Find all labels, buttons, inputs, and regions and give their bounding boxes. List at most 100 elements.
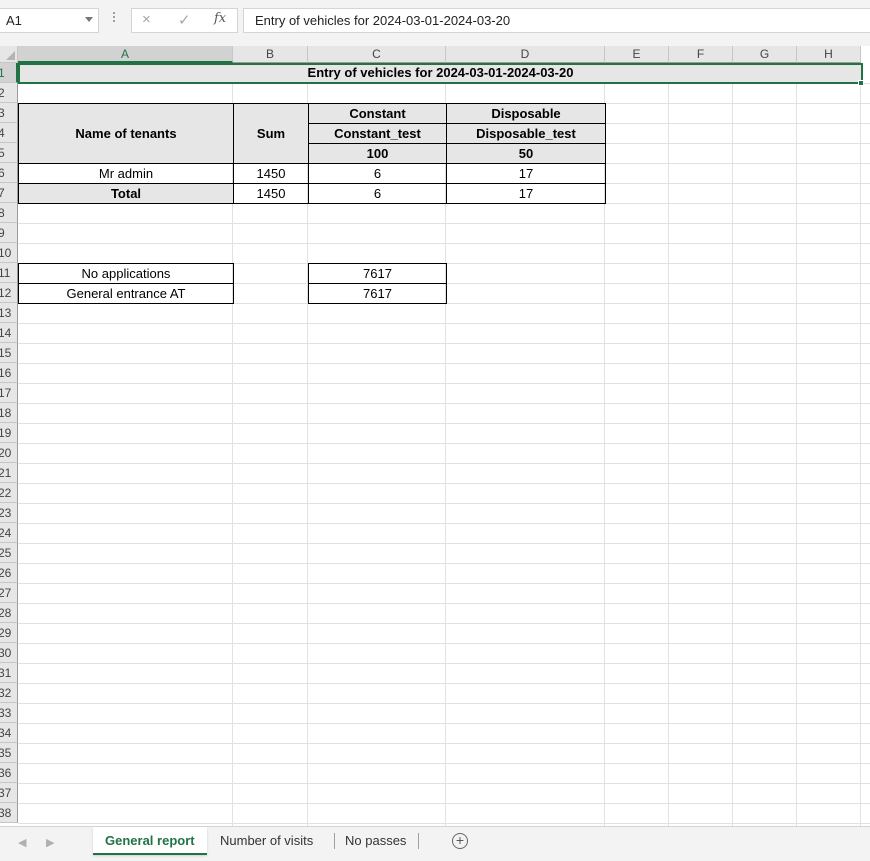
row-header-21[interactable]: 21 <box>0 463 18 483</box>
row-header-13[interactable]: 13 <box>0 303 18 323</box>
scroll-tabs-left-icon[interactable]: ◀ <box>18 836 26 849</box>
row-header-11[interactable]: 11 <box>0 263 18 283</box>
more-options-icon[interactable] <box>113 12 116 26</box>
column-header-c[interactable]: C <box>308 46 446 63</box>
row-header-27[interactable]: 27 <box>0 583 18 603</box>
selected-cell-outline <box>18 63 863 84</box>
row-header-31[interactable]: 31 <box>0 663 18 683</box>
row-header-34[interactable]: 34 <box>0 723 18 743</box>
row-header-18[interactable]: 18 <box>0 403 18 423</box>
column-header-a[interactable]: A <box>18 46 233 63</box>
row-header-19[interactable]: 19 <box>0 423 18 443</box>
grid-row-line <box>18 383 870 384</box>
constant-sub-header[interactable]: Constant_test <box>308 123 447 144</box>
scroll-tabs-right-icon[interactable]: ▶ <box>46 836 54 849</box>
general-entrance-label[interactable]: General entrance AT <box>18 283 234 304</box>
row-header-20[interactable]: 20 <box>0 443 18 463</box>
grid-row-line <box>18 763 870 764</box>
grid-row-line <box>18 523 870 524</box>
row-header-14[interactable]: 14 <box>0 323 18 343</box>
column-header-f[interactable]: F <box>669 46 733 63</box>
row-header-15[interactable]: 15 <box>0 343 18 363</box>
formula-buttons: × ✓ fx <box>131 8 238 33</box>
formula-input[interactable]: Entry of vehicles for 2024-03-01-2024-03… <box>243 8 870 33</box>
tenant-sum-cell[interactable]: 1450 <box>233 163 309 184</box>
row-header-25[interactable]: 25 <box>0 543 18 563</box>
row-header-24[interactable]: 24 <box>0 523 18 543</box>
sum-header[interactable]: Sum <box>233 103 309 164</box>
tenant-name-cell[interactable]: Mr admin <box>18 163 234 184</box>
chevron-down-icon[interactable] <box>85 17 93 22</box>
grid-row-line <box>18 823 870 824</box>
row-header-26[interactable]: 26 <box>0 563 18 583</box>
grid-row-line <box>18 703 870 704</box>
fill-handle[interactable] <box>858 80 864 86</box>
column-header-g[interactable]: G <box>733 46 797 63</box>
row-header-37[interactable]: 37 <box>0 783 18 803</box>
grid-row-line <box>18 723 870 724</box>
row-header-29[interactable]: 29 <box>0 623 18 643</box>
constant-price[interactable]: 100 <box>308 143 447 164</box>
grid-row-line <box>18 323 870 324</box>
row-header-30[interactable]: 30 <box>0 643 18 663</box>
grid-row-line <box>18 223 870 224</box>
row-header-12[interactable]: 12 <box>0 283 18 303</box>
row-header-2[interactable]: 2 <box>0 83 18 103</box>
tab-general-report[interactable]: General report <box>93 827 207 855</box>
disposable-header[interactable]: Disposable <box>446 103 606 124</box>
row-header-16[interactable]: 16 <box>0 363 18 383</box>
tab-no-passes[interactable]: No passes <box>333 827 418 855</box>
column-header-e[interactable]: E <box>605 46 669 63</box>
disposable-sub-header[interactable]: Disposable_test <box>446 123 606 144</box>
tenant-disposable-cell[interactable]: 17 <box>446 163 606 184</box>
row-header-4[interactable]: 4 <box>0 123 18 143</box>
row-header-1[interactable]: 1 <box>0 63 18 83</box>
column-header-b[interactable]: B <box>233 46 308 63</box>
tenant-header[interactable]: Name of tenants <box>18 103 234 164</box>
row-header-22[interactable]: 22 <box>0 483 18 503</box>
tab-number-of-visits[interactable]: Number of visits <box>208 827 325 855</box>
total-disposable-cell[interactable]: 17 <box>446 183 606 204</box>
row-header-3[interactable]: 3 <box>0 103 18 123</box>
total-constant-cell[interactable]: 6 <box>308 183 447 204</box>
row-header-28[interactable]: 28 <box>0 603 18 623</box>
row-header-17[interactable]: 17 <box>0 383 18 403</box>
select-all-corner[interactable] <box>0 46 18 63</box>
insert-function-icon[interactable]: fx <box>214 11 226 26</box>
row-header-8[interactable]: 8 <box>0 203 18 223</box>
spreadsheet-grid[interactable]: ABCDEFGH 1234567891011121314151617181920… <box>0 46 870 826</box>
row-header-33[interactable]: 33 <box>0 703 18 723</box>
constant-header[interactable]: Constant <box>308 103 447 124</box>
row-header-9[interactable]: 9 <box>0 223 18 243</box>
row-header-38[interactable]: 38 <box>0 803 18 823</box>
disposable-price[interactable]: 50 <box>446 143 606 164</box>
row-header-32[interactable]: 32 <box>0 683 18 703</box>
row-header-10[interactable]: 10 <box>0 243 18 263</box>
row-header-6[interactable]: 6 <box>0 163 18 183</box>
grid-row-line <box>18 623 870 624</box>
grid-row-line <box>18 463 870 464</box>
cancel-icon[interactable]: × <box>142 11 151 28</box>
no-applications-value[interactable]: 7617 <box>308 263 447 284</box>
grid-row-line <box>18 403 870 404</box>
total-sum-cell[interactable]: 1450 <box>233 183 309 204</box>
column-header-d[interactable]: D <box>446 46 605 63</box>
row-header-36[interactable]: 36 <box>0 763 18 783</box>
row-header-35[interactable]: 35 <box>0 743 18 763</box>
grid-row-line <box>18 543 870 544</box>
grid-row-line <box>18 363 870 364</box>
tenant-constant-cell[interactable]: 6 <box>308 163 447 184</box>
grid-row-line <box>18 683 870 684</box>
no-applications-label[interactable]: No applications <box>18 263 234 284</box>
name-box[interactable]: A1 <box>0 8 99 33</box>
add-sheet-button[interactable]: + <box>452 833 468 849</box>
row-header-23[interactable]: 23 <box>0 503 18 523</box>
column-header-h[interactable]: H <box>797 46 861 63</box>
row-header-5[interactable]: 5 <box>0 143 18 163</box>
name-box-value: A1 <box>6 13 22 28</box>
row-header-7[interactable]: 7 <box>0 183 18 203</box>
grid-row-line <box>18 343 870 344</box>
general-entrance-value[interactable]: 7617 <box>308 283 447 304</box>
enter-icon[interactable]: ✓ <box>178 11 191 29</box>
total-label-cell[interactable]: Total <box>18 183 234 204</box>
